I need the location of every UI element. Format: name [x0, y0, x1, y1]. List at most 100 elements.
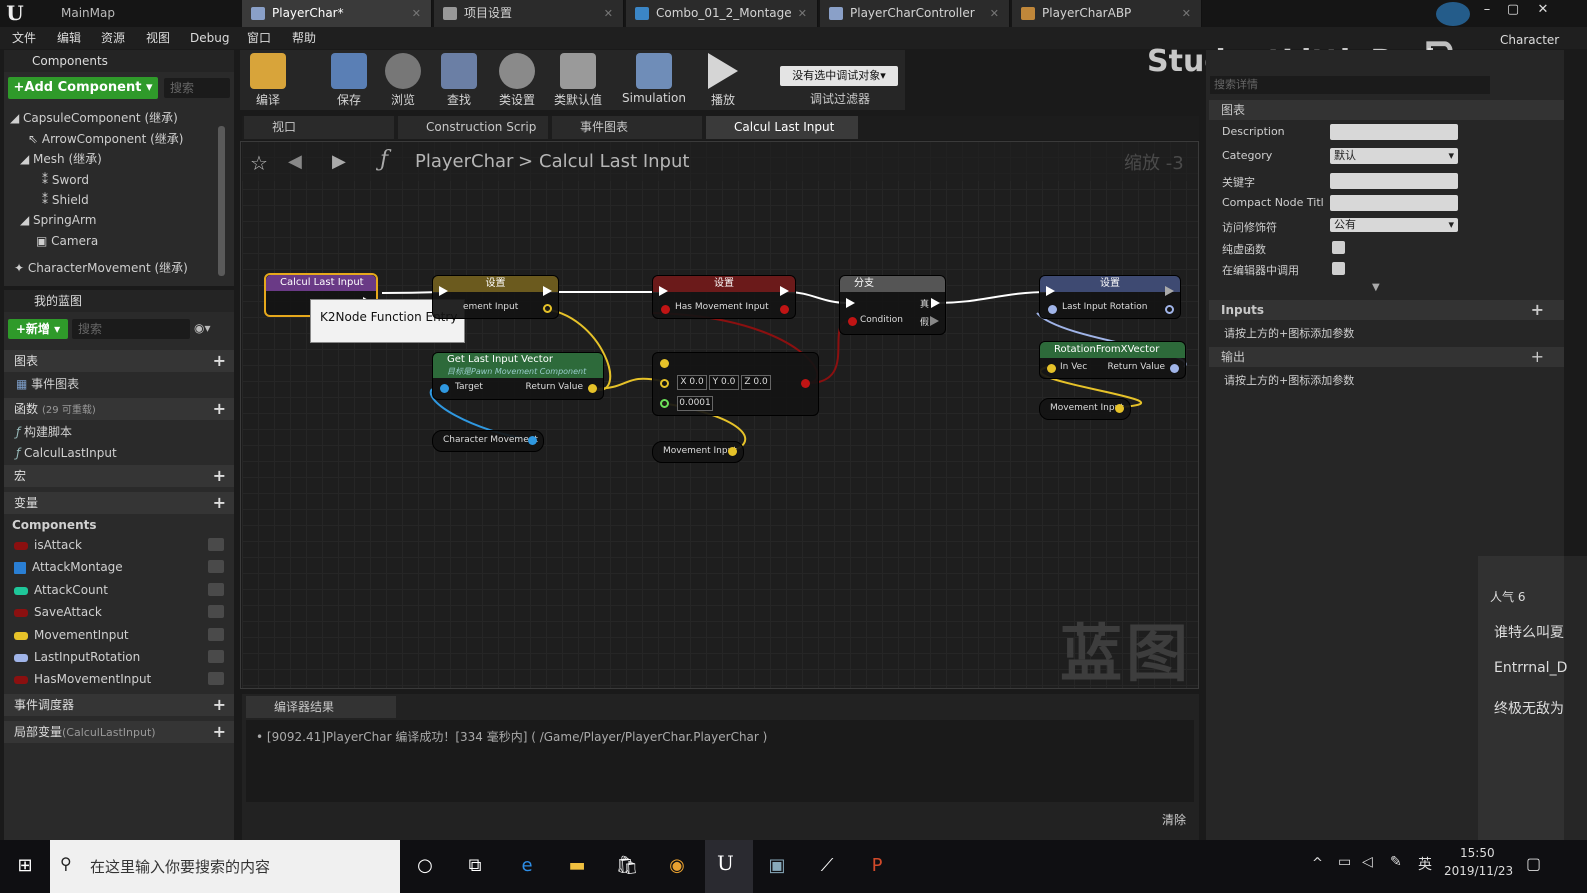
debug-object-select[interactable]: 没有选中调试对象▾	[780, 66, 898, 86]
return-value-pin[interactable]	[1170, 364, 1179, 373]
volume-icon[interactable]: ◁	[1362, 854, 1373, 870]
menu-file[interactable]: 文件	[12, 27, 36, 49]
tab-combo-montage[interactable]: Combo_01_2_Montage ✕	[626, 0, 818, 27]
condition-pin[interactable]	[848, 317, 857, 326]
tree-item-arrow[interactable]: ⇖ ArrowComponent (继承)	[28, 129, 183, 149]
bool-out-pin[interactable]	[780, 305, 789, 314]
function-item-calcullastinput[interactable]: ƒ CalculLastInput	[16, 442, 117, 464]
variable-isattack[interactable]: isAttack	[14, 534, 230, 556]
target-pin[interactable]	[440, 384, 449, 393]
tolerance-input[interactable]: 0.0001	[677, 396, 713, 411]
ime-indicator[interactable]: 英	[1418, 854, 1432, 874]
play-button[interactable]: 播放	[695, 51, 751, 109]
paint-icon[interactable]: ⟋	[812, 851, 842, 881]
visibility-eye-icon[interactable]	[208, 560, 224, 573]
exec-out-pin[interactable]	[780, 286, 789, 296]
keywords-input[interactable]	[1330, 173, 1458, 189]
vector-a-pin[interactable]	[660, 359, 669, 368]
tab-event-graph[interactable]: 事件图表	[552, 116, 702, 139]
vector-out-pin[interactable]	[1115, 404, 1124, 413]
x-input[interactable]: X 0.0	[677, 375, 707, 390]
menu-edit[interactable]: 编辑	[57, 27, 81, 49]
tab-project-settings[interactable]: 项目设置 ✕	[434, 0, 624, 27]
compiler-results-tab[interactable]: 编译器结果	[246, 696, 396, 718]
taskbar-search-box[interactable]: ⚲ 在这里输入你要搜索的内容	[50, 840, 400, 893]
rotator-out-pin[interactable]	[1165, 305, 1174, 314]
set-movement-input-node[interactable]: 设置 ement Input	[432, 275, 559, 319]
edge-icon[interactable]: e	[512, 851, 542, 881]
section-functions[interactable]: 函数 (29 可重载) +	[4, 398, 234, 420]
details-search-input[interactable]: 搜索详情	[1210, 76, 1490, 94]
add-function-button[interactable]: +	[213, 398, 226, 420]
maximize-button[interactable]: ▢	[1500, 0, 1526, 22]
exec-out-pin[interactable]	[1165, 286, 1174, 296]
network-icon[interactable]: ▭	[1338, 854, 1351, 870]
branch-node[interactable]: 分支 真 Condition 假	[839, 275, 946, 335]
tolerance-pin[interactable]	[660, 399, 669, 408]
exec-in-pin[interactable]	[1046, 286, 1055, 296]
tab-playercharabp[interactable]: PlayerCharABP ✕	[1012, 0, 1202, 27]
vector-compare-node[interactable]: X 0.0 Y 0.0 Z 0.0 0.0001	[652, 352, 819, 416]
find-button[interactable]: 查找	[431, 51, 487, 109]
add-local-variable-button[interactable]: +	[213, 721, 226, 743]
variable-attackmontage[interactable]: AttackMontage	[14, 556, 230, 578]
visibility-eye-icon[interactable]	[208, 605, 224, 618]
vector-b-pin[interactable]	[660, 379, 669, 388]
close-icon[interactable]: ✕	[1182, 0, 1191, 27]
variable-hasmovementinput[interactable]: HasMovementInput	[14, 668, 230, 690]
exec-in-pin[interactable]	[439, 286, 448, 296]
source-control-icon[interactable]	[1436, 2, 1470, 26]
simulation-button[interactable]: Simulation	[620, 51, 688, 109]
rotator-in-pin[interactable]	[1048, 305, 1057, 314]
character-movement-getter[interactable]: Character Movement	[432, 430, 544, 452]
description-input[interactable]	[1330, 124, 1458, 140]
rotation-from-x-vector-node[interactable]: RotationFromXVector In Vec Return Value	[1039, 341, 1186, 379]
add-variable-button[interactable]: +	[213, 492, 226, 514]
pen-icon[interactable]: ✎	[1390, 854, 1402, 870]
app-icon[interactable]: ▣	[762, 851, 792, 881]
tree-item-capsule[interactable]: ◢ CapsuleComponent (继承)	[10, 108, 178, 128]
chrome-icon[interactable]: ◉	[662, 851, 692, 881]
tab-viewport[interactable]: 视口	[244, 116, 394, 139]
function-item-construction[interactable]: ƒ 构建脚本	[16, 421, 72, 443]
set-last-input-rotation-node[interactable]: 设置 Last Input Rotation	[1039, 275, 1181, 319]
category-select[interactable]: 默认 ▾	[1330, 148, 1458, 164]
close-icon[interactable]: ✕	[412, 0, 421, 27]
visibility-eye-icon[interactable]	[208, 538, 224, 551]
unreal-taskbar-button[interactable]: U	[705, 840, 753, 893]
class-defaults-button[interactable]: 类默认值	[550, 51, 606, 109]
details-section-graph[interactable]: 图表	[1209, 100, 1564, 120]
clear-button[interactable]: 清除	[1162, 811, 1186, 828]
minimize-button[interactable]: –	[1474, 0, 1500, 22]
blueprint-search-input[interactable]: 搜索	[72, 319, 190, 339]
variable-lastinputrotation[interactable]: LastInputRotation	[14, 646, 230, 668]
section-graphs[interactable]: 图表 +	[4, 350, 234, 372]
call-in-editor-checkbox[interactable]	[1332, 262, 1345, 275]
powerpoint-icon[interactable]: P	[862, 851, 892, 881]
close-icon[interactable]: ✕	[604, 0, 613, 27]
visibility-eye-icon[interactable]	[208, 583, 224, 596]
compile-button[interactable]: 编译	[240, 51, 296, 109]
close-icon[interactable]: ✕	[990, 0, 999, 27]
visibility-eye-icon[interactable]	[208, 650, 224, 663]
file-explorer-icon[interactable]: ▬	[562, 851, 592, 881]
view-options-eye-icon[interactable]: ◉▾	[194, 321, 211, 335]
add-component-button[interactable]: +Add Component ▾	[8, 77, 158, 99]
details-section-outputs[interactable]: 输出 +	[1209, 347, 1564, 367]
section-local-variables[interactable]: 局部变量(CalculLastInput) +	[4, 721, 234, 743]
exec-false-pin[interactable]	[930, 316, 939, 326]
add-graph-button[interactable]: +	[213, 350, 226, 372]
in-vec-pin[interactable]	[1047, 364, 1056, 373]
tree-item-springarm[interactable]: ◢ SpringArm	[20, 210, 96, 230]
graph-item-event-graph[interactable]: ▦ 事件图表	[16, 373, 79, 395]
tray-chevron-icon[interactable]: ^	[1312, 856, 1323, 871]
task-view-icon[interactable]: ⧉	[460, 851, 490, 881]
tree-item-charactermovement[interactable]: ✦ CharacterMovement (继承)	[14, 258, 188, 278]
blueprint-graph[interactable]: ☆ ◀ ▶ ƒ PlayerChar > Calcul Last Input 缩…	[242, 141, 1199, 689]
vector-out-pin[interactable]	[728, 447, 737, 456]
return-value-pin[interactable]	[588, 384, 597, 393]
movement-input-getter[interactable]: Movement Input	[1039, 398, 1131, 420]
section-macros[interactable]: 宏 +	[4, 465, 234, 487]
object-out-pin[interactable]	[528, 436, 537, 445]
variable-group-components[interactable]: Components	[12, 514, 97, 536]
